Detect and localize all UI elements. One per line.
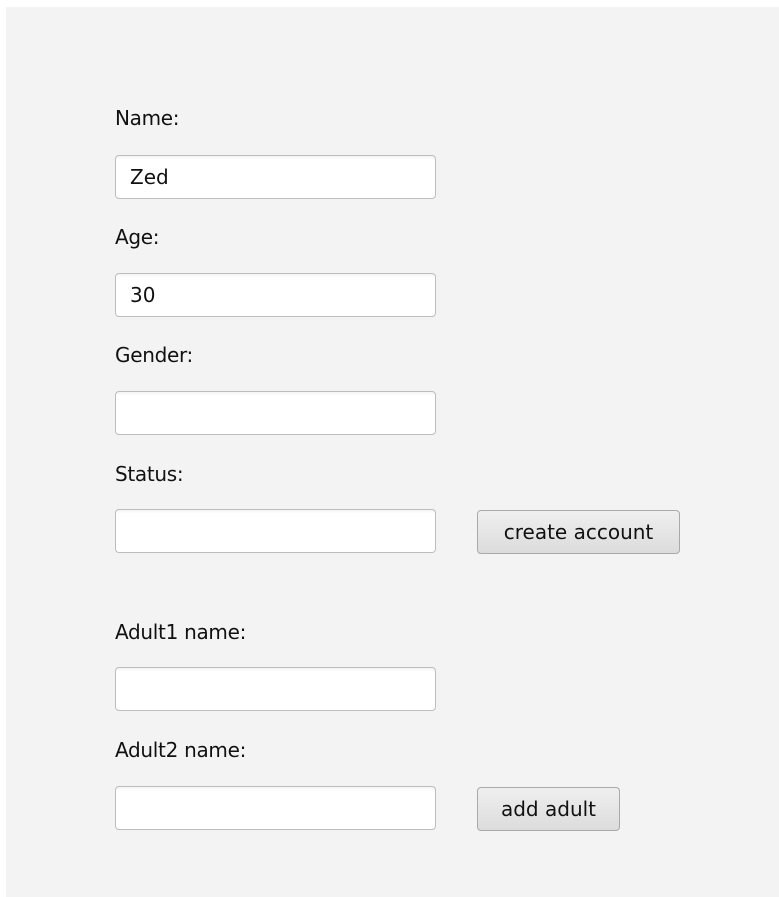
age-label: Age:: [115, 225, 160, 249]
name-input[interactable]: [115, 155, 436, 199]
gender-label: Gender:: [115, 343, 193, 367]
account-form-window: Name: Age: Gender: Status: create accoun…: [6, 7, 779, 897]
status-input[interactable]: [115, 509, 436, 553]
adult2-name-input[interactable]: [115, 786, 436, 830]
gender-input[interactable]: [115, 391, 436, 435]
adult2-name-label: Adult2 name:: [115, 738, 247, 762]
create-account-button[interactable]: create account: [477, 510, 680, 554]
status-label: Status:: [115, 462, 184, 486]
adult1-name-input[interactable]: [115, 667, 436, 711]
add-adult-button[interactable]: add adult: [477, 787, 620, 831]
name-label: Name:: [115, 106, 180, 130]
age-input[interactable]: [115, 273, 436, 317]
adult1-name-label: Adult1 name:: [115, 620, 247, 644]
